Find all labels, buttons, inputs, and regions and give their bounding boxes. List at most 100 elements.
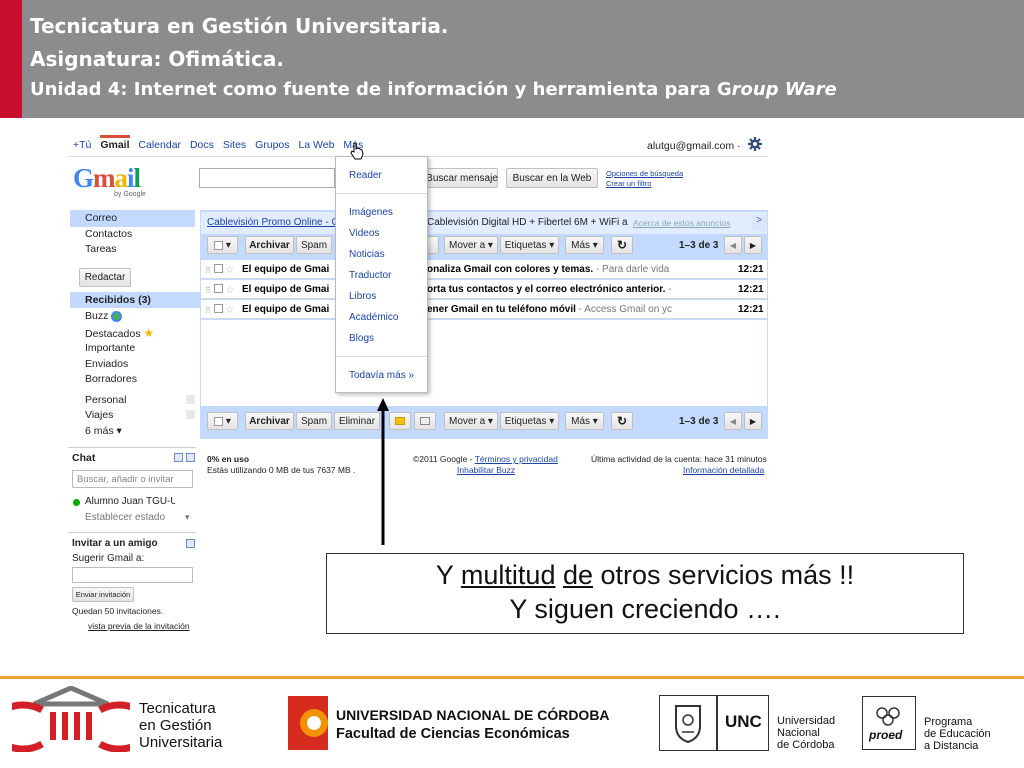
search-options-link[interactable]: Opciones de búsqueda [606,169,683,178]
unc-title: UNIVERSIDAD NACIONAL DE CÓRDOBA [336,707,610,723]
row-checkbox[interactable] [213,304,223,313]
sidebar-drafts[interactable]: Borradores [85,373,137,385]
nav-sites[interactable]: Sites [223,139,246,151]
select-all-checkbox[interactable]: ▾ [207,412,238,430]
row-checkbox[interactable] [213,284,223,293]
storage-detail: Estás utilizando 0 MB de tus 7637 MB . [207,465,356,475]
menu-item-scholar[interactable]: Académico [349,312,398,323]
move-to-button[interactable]: Mover a ▾ [444,236,498,254]
archive-button[interactable]: Archivar [245,412,294,430]
activity-details-link[interactable]: Información detallada [683,465,764,475]
footer-divider [0,676,1024,679]
sidebar-starred[interactable]: Destacados ★ [85,326,154,340]
unc-badge-label: UNC [725,712,762,731]
gear-icon[interactable] [748,137,762,151]
archive-button[interactable]: Archivar [245,236,294,254]
nav-calendar[interactable]: Calendar [138,139,181,151]
nav-docs[interactable]: Docs [190,139,214,151]
chat-collapse-icon[interactable] [186,453,195,462]
send-invite-button[interactable]: Enviar invitación [72,587,134,602]
email-time: 12:21 [738,264,764,275]
sidebar-inbox[interactable]: Recibidos (3) [85,294,151,306]
ad-about-link[interactable]: Acerca de estos anuncios [633,218,730,228]
ad-next-icon[interactable]: > [752,215,766,231]
sidebar-contactos[interactable]: Contactos [85,228,132,240]
unc-badge-divider [716,695,718,751]
nav-grupos[interactable]: Grupos [255,139,289,151]
sidebar-tareas[interactable]: Tareas [85,243,117,255]
toolbar-hidden-button[interactable] [427,236,439,254]
menu-item-even-more[interactable]: Todavía más » [349,370,414,381]
more-button[interactable]: Más ▾ [565,412,604,430]
search-mail-button[interactable]: Buscar mensaje [418,168,498,188]
ad-right-text[interactable]: Cablevisión Digital HD + Fibertel 6M + W… [427,217,628,228]
sidebar-label-personal[interactable]: Personal [85,394,126,406]
row-checkbox[interactable] [213,264,223,273]
storage-usage: 0% en uso [207,454,250,464]
callout-line-1: Y multitud de otros servicios más !! [435,560,855,590]
sidebar-label-viajes[interactable]: Viajes [85,409,113,421]
prev-page-icon[interactable]: ◀ [724,236,742,254]
sidebar-important[interactable]: Importante [85,342,135,354]
menu-item-blogs[interactable]: Blogs [349,333,374,344]
star-icon[interactable]: ☆ [225,305,234,316]
disable-buzz-link[interactable]: Inhabilitar Buzz [457,465,515,475]
gmail-logo: Gmail [73,163,141,193]
spam-button[interactable]: Spam [296,412,332,430]
header-line-3: Unidad 4: Internet como fuente de inform… [30,79,837,100]
invite-collapse-icon[interactable] [186,539,195,548]
mark-important-icon[interactable] [389,412,411,430]
chevron-down-icon[interactable]: ▾ [185,512,190,523]
label-color-swatch[interactable] [186,410,195,419]
chat-options-icon[interactable] [174,453,183,462]
compose-button[interactable]: Redactar [79,268,131,287]
header-line-1: Tecnicatura en Gestión Universitaria. [30,14,449,38]
account-email[interactable]: alutgu@gmail.com · [647,140,741,152]
menu-item-books[interactable]: Libros [349,291,376,302]
sidebar-buzz[interactable]: Buzz [85,310,123,322]
unc-name: Universidad Nacional de Córdoba [777,715,836,751]
terms-link[interactable]: Términos y privacidad [475,454,558,464]
invite-title: Invitar a un amigo [72,538,158,549]
menu-item-images[interactable]: Imágenes [349,207,393,218]
more-button[interactable]: Más ▾ [565,236,604,254]
spam-button[interactable]: Spam [296,236,332,254]
invite-preview-link[interactable]: vista previa de la invitación [88,621,190,631]
next-page-icon[interactable]: ▶ [744,236,762,254]
menu-item-news[interactable]: Noticias [349,249,385,260]
nav-gmail[interactable]: Gmail [100,135,130,151]
labels-button[interactable]: Etiquetas ▾ [500,236,559,254]
nav-tu[interactable]: +Tú [73,139,91,151]
chat-user[interactable]: Alumno Juan TGU-U [85,496,175,507]
search-input[interactable] [199,168,335,188]
sidebar-sent[interactable]: Enviados [85,358,128,370]
ad-left-link[interactable]: Cablevisión Promo Online - C [207,217,339,228]
refresh-icon[interactable]: ↻ [611,236,633,254]
menu-item-reader[interactable]: Reader [349,170,382,181]
chat-status[interactable]: Establecer estado [85,512,165,523]
sidebar-correo[interactable]: Correo [85,212,117,224]
nav-web[interactable]: La Web [298,139,334,151]
email-sender: El equipo de Gmai [242,304,330,315]
invite-email-input[interactable] [72,567,193,583]
search-web-button[interactable]: Buscar en la Web [506,168,598,188]
mark-unimportant-icon[interactable] [414,412,436,430]
star-icon[interactable]: ☆ [225,285,234,296]
star-icon[interactable]: ☆ [225,265,234,276]
select-all-checkbox[interactable]: ▾ [207,236,238,254]
create-filter-link[interactable]: Crear un filtro [606,179,651,188]
hand-cursor-icon [350,142,364,165]
chat-search-input[interactable]: Buscar, añadir o invitar [72,470,193,488]
menu-item-translate[interactable]: Traductor [349,270,391,281]
prev-page-icon[interactable]: ◀ [724,412,742,430]
sidebar-more-labels[interactable]: 6 más ▾ [85,425,122,437]
next-page-icon[interactable]: ▶ [744,412,762,430]
label-color-swatch[interactable] [186,395,195,404]
refresh-icon[interactable]: ↻ [611,412,633,430]
email-time: 12:21 [738,284,764,295]
last-activity: Última actividad de la cuenta: hace 31 m… [591,454,767,464]
menu-item-videos[interactable]: Videos [349,228,379,239]
invite-divider [68,532,196,533]
move-to-button[interactable]: Mover a ▾ [444,412,498,430]
labels-button[interactable]: Etiquetas ▾ [500,412,559,430]
